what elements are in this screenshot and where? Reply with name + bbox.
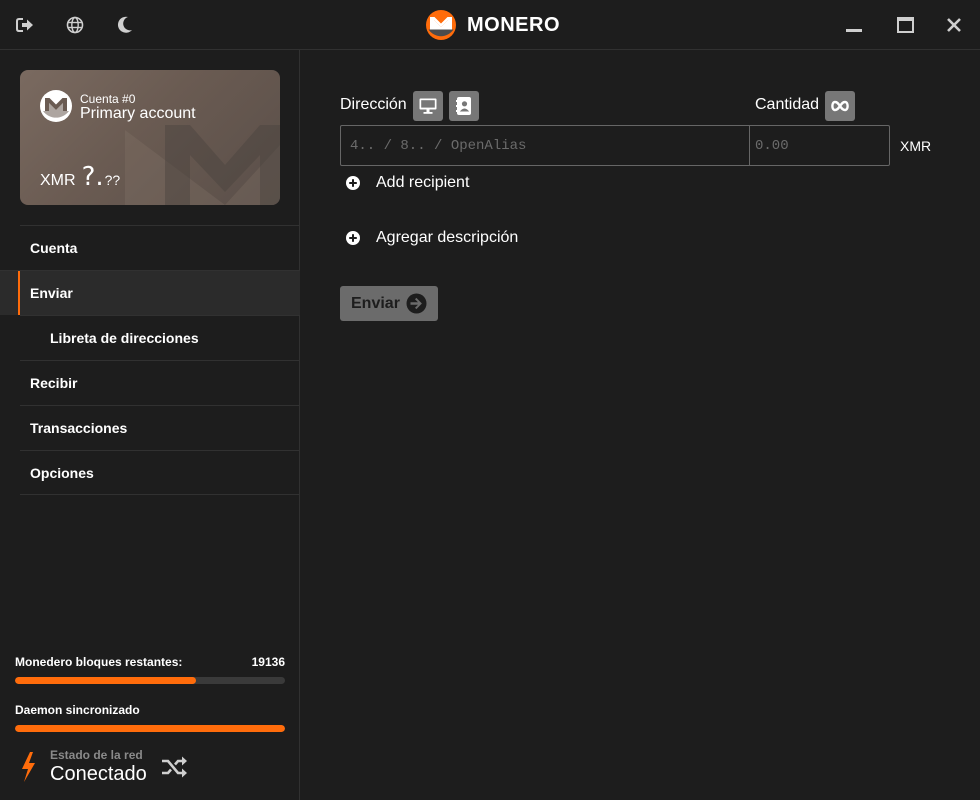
globe-icon[interactable] [63, 13, 87, 37]
sidebar: Cuenta #0 Primary account XMR ?. ?? Cuen… [0, 50, 300, 800]
sidebar-item-label: Transacciones [30, 420, 128, 436]
daemon-sync-label: Daemon sincronizado [15, 703, 140, 717]
lightning-icon [22, 752, 35, 782]
address-book-button[interactable] [449, 91, 479, 121]
network-status-value: Conectado [50, 763, 147, 785]
balance-major: ?. [81, 162, 104, 192]
send-all-button[interactable] [825, 91, 855, 121]
address-label: Dirección [340, 96, 407, 113]
add-description-button[interactable]: Agregar descripción [346, 228, 518, 248]
sidebar-item-label: Opciones [30, 464, 94, 481]
monero-logo-icon [426, 10, 456, 40]
send-panel: Dirección Cantidad XMR [301, 50, 980, 800]
title-bar: MONERO [0, 0, 980, 50]
sidebar-item-transacciones[interactable]: Transacciones [20, 405, 300, 450]
address-input[interactable] [341, 126, 750, 165]
monitor-icon [419, 98, 437, 114]
wallet-sync-label: Monedero bloques restantes: [15, 655, 183, 669]
network-status-label: Estado de la red [50, 748, 143, 762]
wallet-sync-progress-fill [15, 677, 196, 684]
sidebar-item-recibir[interactable]: Recibir [20, 360, 300, 405]
sidebar-item-libreta[interactable]: Libreta de direcciones [20, 315, 300, 360]
send-button[interactable]: Enviar [340, 286, 438, 321]
close-icon[interactable] [942, 13, 966, 37]
wallet-sync: Monedero bloques restantes: 19136 [15, 655, 285, 684]
account-number: Cuenta #0 [80, 92, 136, 106]
sidebar-item-label: Recibir [30, 375, 78, 391]
infinity-icon [831, 100, 849, 112]
arrow-right-icon [406, 293, 427, 314]
moon-icon[interactable] [113, 13, 137, 37]
sidebar-item-label: Cuenta [30, 240, 78, 256]
add-recipient-button[interactable]: Add recipient [346, 173, 469, 193]
account-name: Primary account [80, 105, 196, 122]
add-recipient-label: Add recipient [376, 174, 470, 191]
send-button-label: Enviar [351, 294, 400, 312]
brand: MONERO [426, 10, 560, 40]
amount-unit: XMR [900, 138, 932, 154]
network-status: Estado de la red Conectado [20, 748, 300, 790]
plus-circle-icon [346, 176, 360, 190]
daemon-sync-progress-bar [15, 725, 285, 732]
logout-icon[interactable] [13, 13, 37, 37]
address-monitor-button[interactable] [413, 91, 443, 121]
amount-label: Cantidad [755, 96, 820, 113]
address-book-icon [456, 97, 471, 115]
account-card[interactable]: Cuenta #0 Primary account XMR ?. ?? [20, 70, 280, 205]
sidebar-item-enviar[interactable]: Enviar [0, 270, 300, 315]
daemon-sync-progress-fill [15, 725, 285, 732]
sidebar-menu: Cuenta Enviar Libreta de direcciones Rec… [0, 225, 300, 495]
plus-circle-icon [346, 231, 360, 245]
balance-currency: XMR [40, 172, 76, 189]
wallet-sync-value: 19136 [251, 655, 285, 669]
amount-input[interactable] [750, 126, 889, 165]
account-balance: XMR ?. ?? [40, 162, 120, 192]
maximize-icon[interactable] [893, 13, 917, 37]
recipient-row [340, 125, 890, 166]
brand-name: MONERO [467, 13, 560, 36]
wallet-sync-progress-bar [15, 677, 285, 684]
add-description-label: Agregar descripción [376, 229, 519, 246]
sidebar-item-opciones[interactable]: Opciones [20, 450, 300, 495]
minimize-icon[interactable] [842, 13, 866, 37]
sidebar-item-cuenta[interactable]: Cuenta [20, 225, 300, 270]
balance-minor: ?? [104, 172, 121, 188]
sidebar-item-label: Libreta de direcciones [50, 330, 199, 346]
shuffle-icon[interactable] [160, 755, 188, 779]
monero-logo-icon [40, 90, 72, 122]
sidebar-item-label: Enviar [30, 285, 73, 301]
daemon-sync: Daemon sincronizado [15, 703, 285, 732]
